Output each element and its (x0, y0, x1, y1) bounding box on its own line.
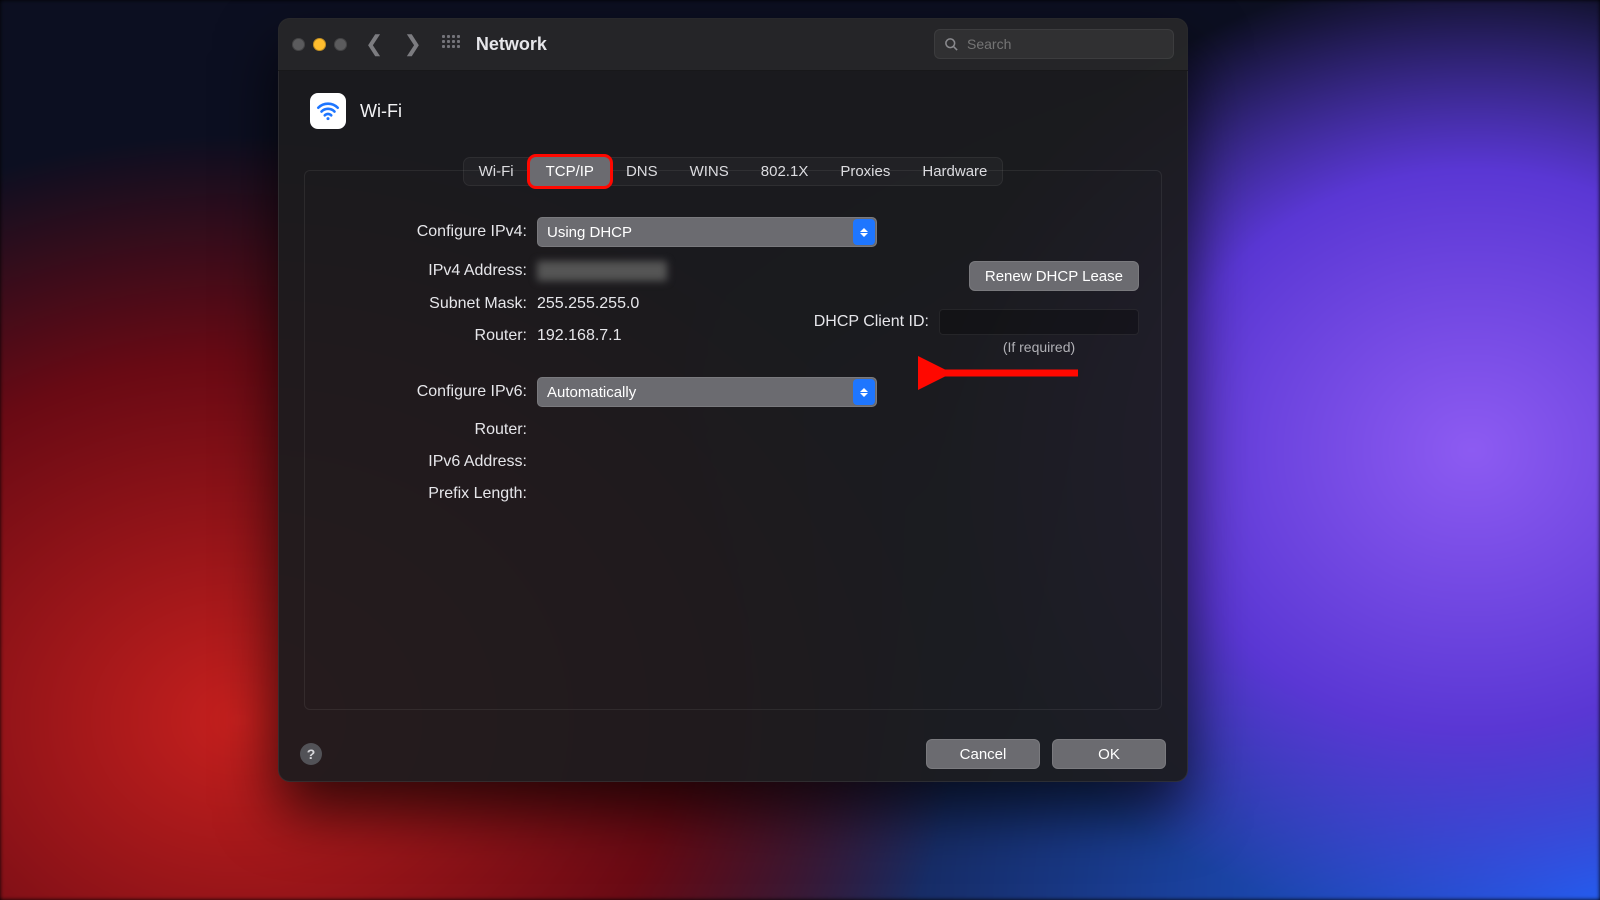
configure-ipv6-label: Configure IPv6: (327, 383, 537, 401)
interface-title: Wi-Fi (360, 101, 402, 122)
ipv4-address-label: IPv4 Address: (327, 262, 537, 280)
tab-wins[interactable]: WINS (674, 157, 745, 186)
ok-button[interactable]: OK (1052, 739, 1166, 769)
tab-wifi[interactable]: Wi-Fi (463, 157, 530, 186)
search-field[interactable] (934, 29, 1174, 59)
router-value: 192.168.7.1 (537, 327, 622, 345)
back-button[interactable]: ❮ (365, 31, 383, 57)
chevron-updown-icon (853, 379, 875, 405)
tab-proxies[interactable]: Proxies (824, 157, 906, 186)
window-controls (292, 38, 347, 51)
renew-dhcp-lease-button[interactable]: Renew DHCP Lease (969, 261, 1139, 291)
dhcp-client-id-label: DHCP Client ID: (814, 313, 929, 331)
minimize-window-button[interactable] (313, 38, 326, 51)
prefix-length-label: Prefix Length: (327, 485, 537, 503)
dialog-footer: ? Cancel OK (300, 739, 1166, 769)
dhcp-client-id-hint: (If required) (939, 339, 1139, 355)
close-window-button[interactable] (292, 38, 305, 51)
tcpip-panel: Configure IPv4: Using DHCP IPv4 Address:… (304, 170, 1162, 710)
help-button[interactable]: ? (300, 743, 322, 765)
dhcp-client-id-input[interactable] (939, 309, 1139, 335)
tab-dns[interactable]: DNS (610, 157, 674, 186)
cancel-button[interactable]: Cancel (926, 739, 1040, 769)
subnet-mask-value: 255.255.255.0 (537, 295, 639, 313)
ipv4-address-value-redacted (537, 261, 667, 281)
chevron-updown-icon (853, 219, 875, 245)
configure-ipv6-select[interactable]: Automatically (537, 377, 877, 407)
ipv6-address-label: IPv6 Address: (327, 453, 537, 471)
window-title: Network (476, 34, 547, 55)
titlebar: ❮ ❯ Network (278, 18, 1188, 71)
configure-ipv6-value: Automatically (547, 384, 636, 401)
tab-tcpip[interactable]: TCP/IP (530, 157, 610, 186)
zoom-window-button[interactable] (334, 38, 347, 51)
tab-8021x[interactable]: 802.1X (745, 157, 825, 186)
configure-ipv4-value: Using DHCP (547, 224, 632, 241)
router-label: Router: (327, 327, 537, 345)
subnet-mask-label: Subnet Mask: (327, 295, 537, 313)
network-preferences-window: ❮ ❯ Network Wi-Fi (278, 18, 1188, 782)
search-icon (944, 37, 959, 52)
nav-arrows: ❮ ❯ (365, 31, 422, 57)
wifi-icon (310, 93, 346, 129)
tab-bar: Wi-Fi TCP/IP DNS WINS 802.1X Proxies Har… (463, 157, 1004, 186)
configure-ipv4-select[interactable]: Using DHCP (537, 217, 877, 247)
interface-header: Wi-Fi (310, 93, 1162, 129)
router6-label: Router: (327, 421, 537, 439)
dhcp-side-panel: Renew DHCP Lease DHCP Client ID: (If req… (779, 261, 1139, 355)
content-area: Wi-Fi Wi-Fi TCP/IP DNS WINS 802.1X Proxi… (278, 71, 1188, 783)
forward-button[interactable]: ❯ (403, 31, 421, 57)
configure-ipv4-label: Configure IPv4: (327, 223, 537, 241)
tab-hardware[interactable]: Hardware (906, 157, 1003, 186)
search-input[interactable] (965, 35, 1164, 53)
show-all-icon[interactable] (442, 35, 460, 53)
